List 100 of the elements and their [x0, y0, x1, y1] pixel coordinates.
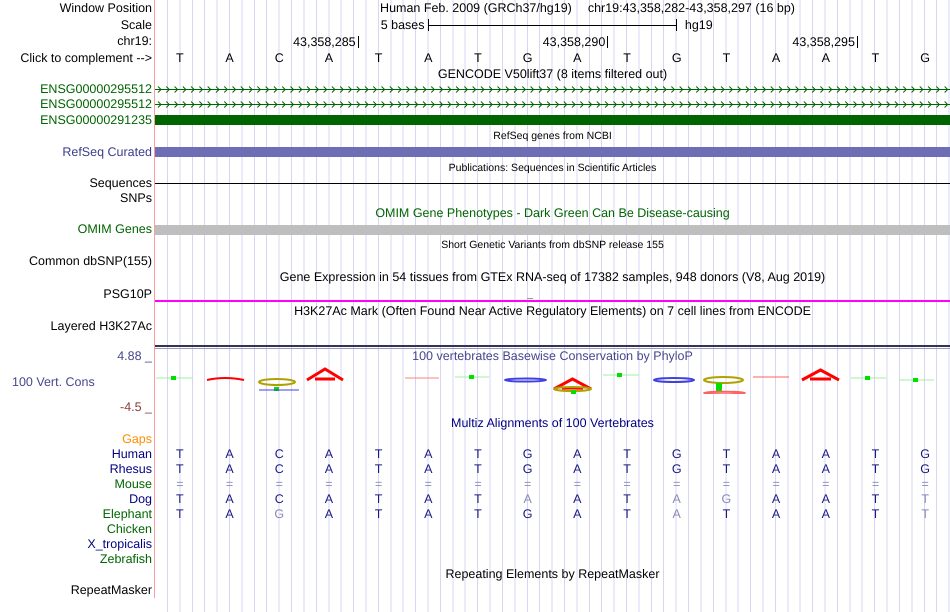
- base-letter: G: [522, 52, 534, 64]
- alignment-base: T: [870, 508, 880, 520]
- alignment-base: C: [274, 448, 285, 460]
- track-label[interactable]: Window Position: [60, 2, 152, 14]
- alignment-base: =: [175, 478, 184, 490]
- alignment-base: A: [572, 448, 583, 460]
- alignment-base: T: [175, 448, 185, 460]
- assembly-title: Human Feb. 2009 (GRCh37/hg19): [380, 2, 572, 14]
- track-label[interactable]: ENSG00000295512: [40, 98, 152, 111]
- alignment-base: A: [572, 462, 583, 476]
- alignment-base: G: [919, 462, 932, 476]
- feature-bar[interactable]: [155, 115, 950, 125]
- alignment-base: =: [821, 478, 830, 490]
- alignment-base: A: [224, 462, 235, 476]
- alignment-base: =: [274, 478, 284, 490]
- axis-min-label: -4.5 _: [120, 401, 152, 414]
- axis-max-label: 4.88 _: [117, 350, 152, 363]
- alignment-base: T: [473, 462, 483, 476]
- alignment-base: =: [324, 478, 334, 490]
- track-title: H3K27Ac Mark (Often Found Near Active Regulatory Elements) on 7 cell lines from ENCODE: [294, 304, 811, 318]
- track-label[interactable]: Sequences: [89, 176, 152, 190]
- track-label[interactable]: Layered H3K27Ac: [50, 320, 152, 332]
- scale-text: 5 bases: [380, 18, 426, 31]
- track-title: GENCODE V50lift37 (8 items filtered out): [438, 68, 668, 80]
- alignment-base: T: [374, 448, 384, 460]
- alignment-base: =: [523, 478, 532, 490]
- track-title: OMIM Gene Phenotypes - Dark Green Can Be Disease-causing: [375, 207, 730, 220]
- track-label[interactable]: Elephant: [102, 508, 152, 520]
- alignment-base: =: [572, 478, 582, 490]
- base-letter: T: [175, 52, 185, 64]
- alignment-base: T: [622, 508, 632, 520]
- base-letter: A: [572, 52, 583, 64]
- alignment-base: T: [622, 462, 632, 476]
- alignment-base: A: [224, 508, 235, 520]
- track-label[interactable]: Common dbSNP(155): [29, 255, 152, 268]
- alignment-base: G: [919, 448, 932, 460]
- track-label[interactable]: Chicken: [106, 522, 152, 536]
- track-label[interactable]: Zebrafish: [100, 552, 152, 566]
- alignment-base: T: [473, 492, 483, 506]
- alignment-base: C: [274, 462, 285, 476]
- position-text: chr19:43,358,282-43,358,297 (16 bp): [588, 2, 795, 14]
- alignment-base: A: [423, 462, 434, 476]
- alignment-base: =: [224, 478, 234, 490]
- alignment-base: A: [423, 448, 434, 460]
- alignment-base: T: [722, 462, 732, 476]
- base-letter: G: [919, 52, 932, 64]
- alignment-base: =: [920, 478, 930, 490]
- base-letter: T: [722, 52, 732, 64]
- position-tick: 43,358,285: [293, 36, 359, 48]
- alignment-base: T: [920, 508, 930, 520]
- complement-link[interactable]: Click to complement -->: [20, 52, 152, 64]
- alignment-base: T: [374, 508, 384, 520]
- alignment-base: T: [175, 462, 185, 476]
- alignment-base: A: [770, 448, 782, 460]
- track-label[interactable]: ENSG00000295512: [40, 83, 152, 96]
- track-label[interactable]: RepeatMasker: [70, 584, 152, 596]
- alignment-base: T: [374, 492, 384, 506]
- base-letter: T: [870, 52, 880, 64]
- alignment-base: T: [473, 448, 483, 460]
- track-label[interactable]: Rhesus: [110, 462, 152, 476]
- base-letter: A: [423, 52, 434, 64]
- track-label[interactable]: X_tropicalis: [87, 538, 152, 550]
- alignment-base: G: [522, 508, 534, 520]
- alignment-base: G: [670, 448, 683, 460]
- track-label[interactable]: RefSeq Curated: [62, 146, 152, 158]
- feature-bar[interactable]: [155, 224, 950, 234]
- track-label[interactable]: OMIM Genes: [78, 223, 152, 236]
- position-tick: 43,358,295: [792, 36, 858, 48]
- track-label[interactable]: Human: [112, 448, 152, 460]
- alignment-base: G: [273, 508, 286, 520]
- alignment-base: T: [622, 492, 632, 506]
- alignment-base: T: [622, 448, 632, 460]
- track-label[interactable]: chr19:: [117, 35, 152, 48]
- alignment-base: T: [473, 508, 483, 520]
- alignment-base: =: [374, 478, 384, 490]
- alignment-base: A: [820, 462, 831, 476]
- track-label[interactable]: SNPs: [120, 192, 152, 204]
- alignment-base: A: [324, 462, 334, 476]
- alignment-base: A: [224, 492, 235, 506]
- track-title: Multiz Alignments of 100 Vertebrates: [451, 416, 654, 430]
- track-label[interactable]: Mouse: [114, 478, 152, 490]
- alignment-base: =: [672, 478, 682, 490]
- alignment-base: A: [820, 492, 831, 506]
- assembly-name: hg19: [684, 18, 714, 31]
- alignment-base: G: [670, 462, 683, 476]
- track-title: Gene Expression in 54 tissues from GTEx RNA-seq of 17382 samples, 948 donors (V8, Aug 2019): [280, 270, 826, 284]
- track-label[interactable]: ENSG00000291235: [40, 114, 152, 126]
- alignment-base: T: [722, 508, 732, 520]
- alignment-base: A: [324, 508, 334, 520]
- track-label[interactable]: 100 Vert. Cons: [0, 376, 95, 388]
- track-title: Short Genetic Variants from dbSNP release 155: [441, 240, 664, 251]
- track-label[interactable]: PSG10P: [103, 288, 152, 300]
- feature-bar[interactable]: [155, 147, 950, 157]
- track-label[interactable]: Scale: [120, 18, 152, 31]
- alignment-base: T: [870, 448, 880, 460]
- base-letter: A: [324, 52, 334, 64]
- alignment-base: A: [820, 508, 831, 520]
- alignment-base: A: [423, 508, 434, 520]
- base-letter: G: [670, 52, 683, 64]
- track-label[interactable]: Dog: [129, 492, 152, 506]
